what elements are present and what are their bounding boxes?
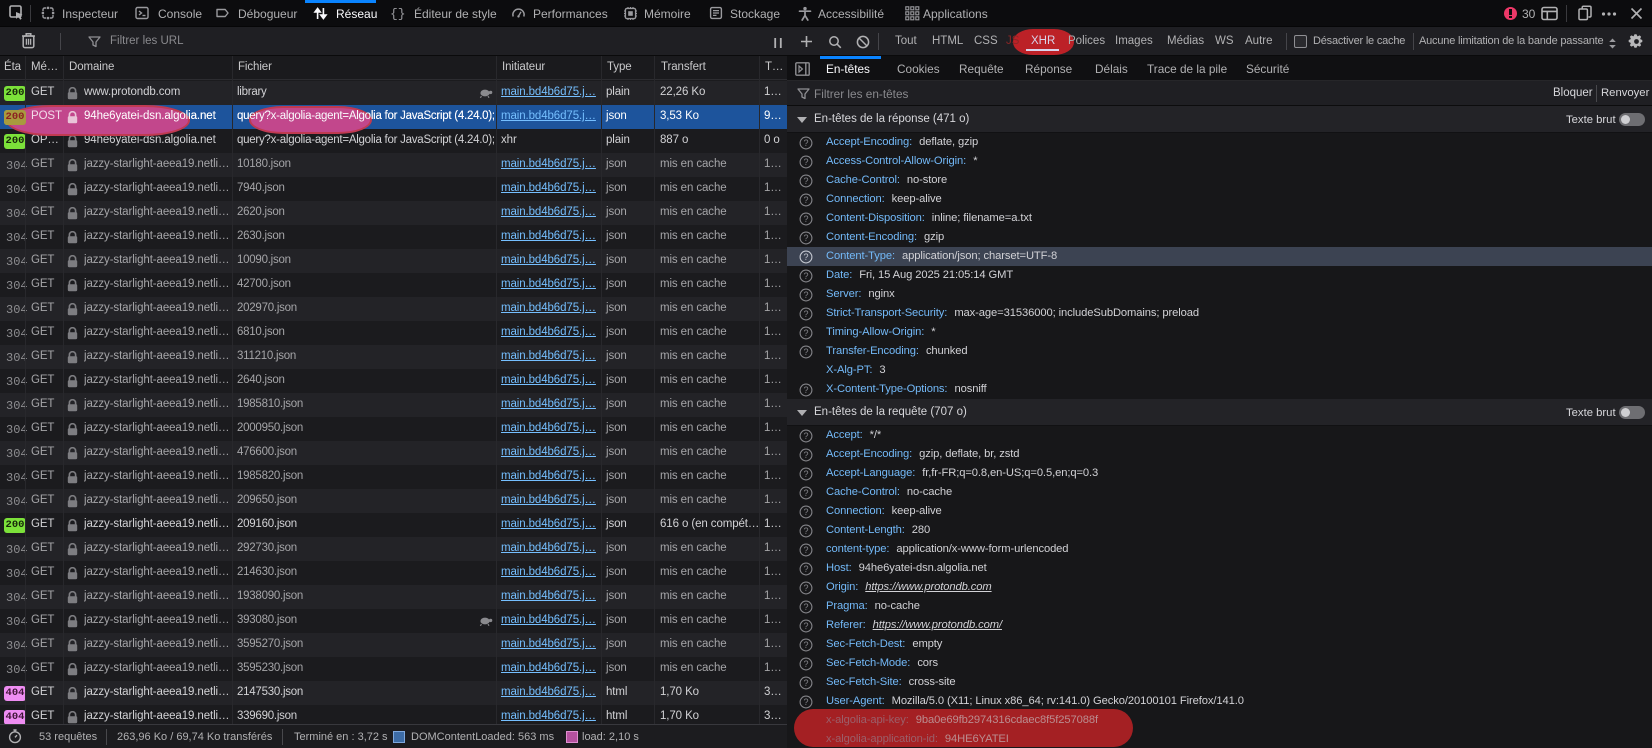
svg-text:?: ?: [804, 469, 809, 479]
svg-text:?: ?: [804, 271, 809, 281]
svg-text:?: ?: [804, 195, 809, 205]
svg-text:?: ?: [804, 309, 809, 319]
svg-text:?: ?: [804, 233, 809, 243]
svg-text:?: ?: [804, 328, 809, 338]
svg-text:?: ?: [804, 526, 809, 536]
svg-text:?: ?: [804, 157, 809, 167]
svg-text:?: ?: [804, 545, 809, 555]
svg-text:?: ?: [804, 347, 809, 357]
svg-text:?: ?: [804, 488, 809, 498]
svg-text:?: ?: [804, 564, 809, 574]
svg-text:?: ?: [804, 621, 809, 631]
svg-text:?: ?: [804, 214, 809, 224]
svg-text:?: ?: [804, 176, 809, 186]
svg-text:?: ?: [804, 138, 809, 148]
svg-text:?: ?: [804, 640, 809, 650]
svg-text:{}: {}: [390, 7, 405, 21]
svg-text:?: ?: [804, 602, 809, 612]
svg-text:?: ?: [804, 431, 809, 441]
svg-text:?: ?: [804, 678, 809, 688]
svg-text:?: ?: [804, 450, 809, 460]
svg-text:?: ?: [804, 290, 809, 300]
svg-text:?: ?: [804, 583, 809, 593]
svg-text:?: ?: [804, 697, 809, 707]
svg-text:?: ?: [804, 507, 809, 517]
svg-text:?: ?: [804, 385, 809, 395]
svg-text:?: ?: [804, 659, 809, 669]
svg-text:?: ?: [804, 252, 809, 262]
